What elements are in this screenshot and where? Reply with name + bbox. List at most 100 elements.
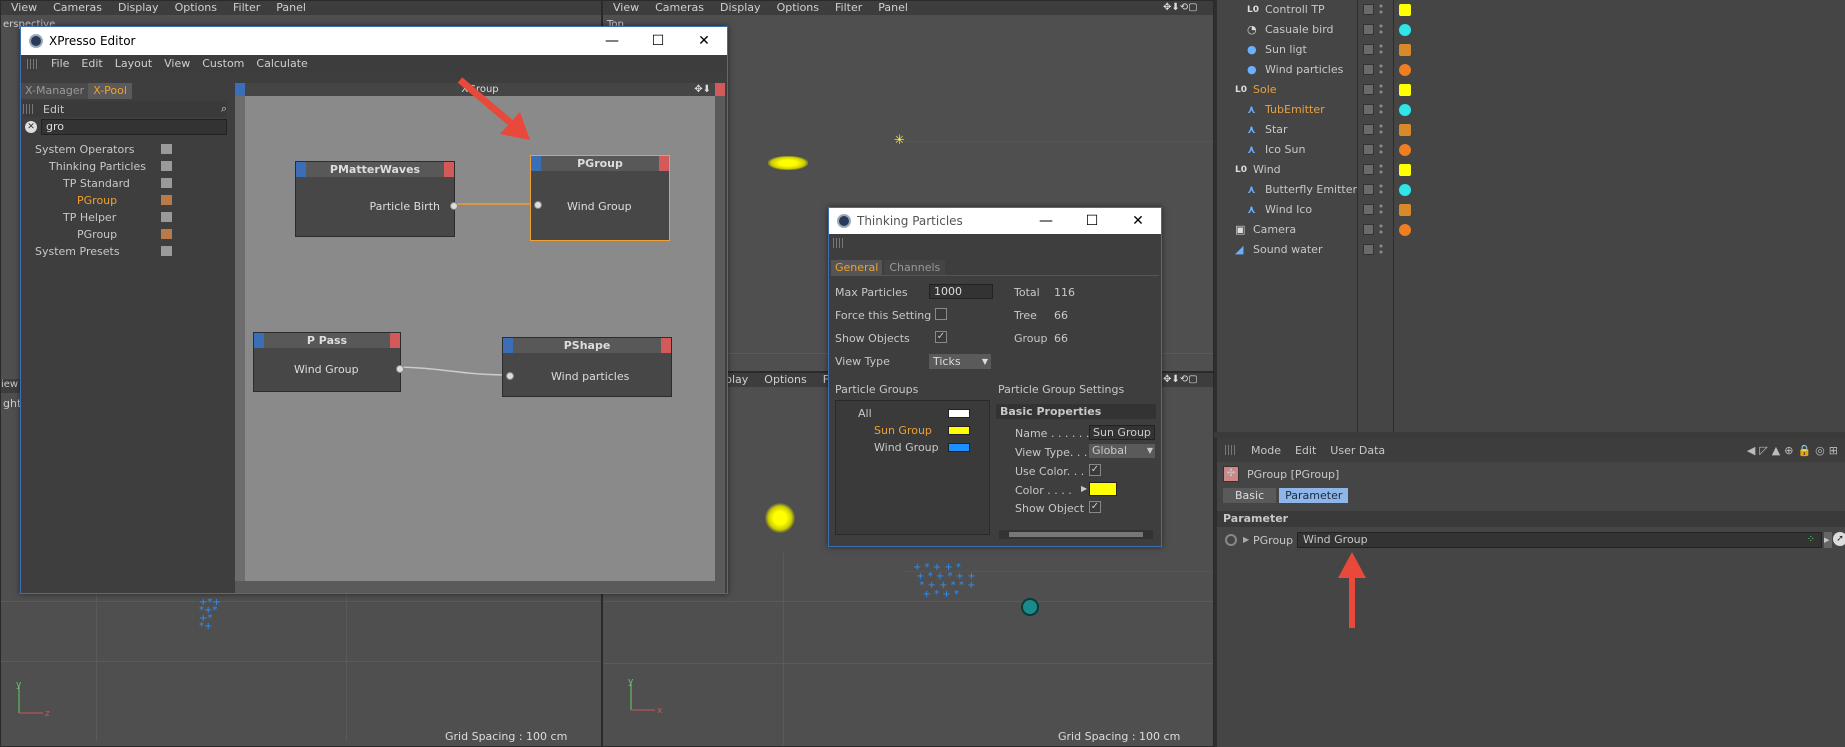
settings-scrollbar[interactable] xyxy=(999,530,1153,539)
viewport-nav-icons[interactable]: ✥⬇⟲▢ xyxy=(1163,373,1213,387)
tag-icon[interactable] xyxy=(1399,104,1411,116)
xpool-tree-item[interactable]: Thinking Particles xyxy=(27,158,227,175)
tab-xpool[interactable]: X-Pool xyxy=(88,83,132,99)
tag-icon[interactable] xyxy=(1399,124,1411,136)
render-dots-icon[interactable] xyxy=(1379,103,1383,115)
visibility-toggle-icon[interactable] xyxy=(1363,64,1374,75)
close-icon[interactable]: ✕ xyxy=(1115,213,1161,229)
tab-general[interactable]: General xyxy=(831,260,883,275)
show-objects-checkbox[interactable]: ✓ xyxy=(935,331,947,343)
viewport-nav-icons[interactable]: ✥⬇⟲▢ xyxy=(1163,1,1213,15)
tag-icon[interactable] xyxy=(1399,4,1411,16)
menu-item[interactable]: Options xyxy=(777,1,819,15)
output-port[interactable] xyxy=(450,202,458,210)
tag-icon[interactable] xyxy=(1399,64,1411,76)
object-row[interactable]: ▣ Camera xyxy=(1217,220,1845,240)
visibility-toggle-icon[interactable] xyxy=(1363,104,1374,115)
object-row[interactable]: ⋏ Star xyxy=(1217,120,1845,140)
object-row[interactable]: ◢ Sound water xyxy=(1217,240,1845,260)
object-row[interactable]: L0 Wind xyxy=(1217,160,1845,180)
render-dots-icon[interactable] xyxy=(1379,223,1383,235)
menu-item[interactable]: Options xyxy=(764,373,806,387)
object-row[interactable]: ◔ Casuale bird xyxy=(1217,20,1845,40)
visibility-toggle-icon[interactable] xyxy=(1363,4,1374,15)
xpool-tree-item[interactable]: System Presets xyxy=(27,243,227,260)
tab-basic[interactable]: Basic xyxy=(1223,488,1277,503)
object-row[interactable]: ⋏ Ico Sun xyxy=(1217,140,1845,160)
tag-icon[interactable] xyxy=(1399,44,1411,56)
visibility-toggle-icon[interactable] xyxy=(1363,44,1374,55)
search-icon[interactable]: ⌕ xyxy=(221,102,227,116)
search-input[interactable]: gro xyxy=(41,119,227,135)
menu-item[interactable]: Panel xyxy=(878,1,908,15)
visibility-toggle-icon[interactable] xyxy=(1363,184,1374,195)
particle-group-item[interactable]: All xyxy=(836,405,986,422)
maximize-icon[interactable]: ☐ xyxy=(635,33,681,49)
expand-triangle-icon[interactable]: ▶ xyxy=(1243,535,1249,544)
tag-icon[interactable] xyxy=(1399,184,1411,196)
node-pmatterwaves[interactable]: PMatterWaves Particle Birth xyxy=(295,161,458,237)
grip-icon[interactable] xyxy=(27,59,39,69)
object-row[interactable]: ⋏ Butterfly Emitter xyxy=(1217,180,1845,200)
minimize-icon[interactable]: — xyxy=(589,33,635,49)
tab-parameter[interactable]: Parameter xyxy=(1279,488,1349,503)
group-color-swatch[interactable] xyxy=(948,409,970,418)
menu-item[interactable]: Options xyxy=(175,1,217,15)
visibility-toggle-icon[interactable] xyxy=(1363,224,1374,235)
render-dots-icon[interactable] xyxy=(1379,143,1383,155)
menu-edit[interactable]: Edit xyxy=(81,55,102,73)
link-arrow-icon[interactable]: ▶ xyxy=(1824,532,1832,548)
render-dots-icon[interactable] xyxy=(1379,3,1383,15)
object-row[interactable]: L0 Sole xyxy=(1217,80,1845,100)
color-swatch[interactable] xyxy=(1089,482,1117,496)
view-type-select[interactable]: Ticks ▼ xyxy=(929,354,991,369)
grip-icon[interactable] xyxy=(1225,445,1237,455)
xpool-tree-item[interactable]: PGroup xyxy=(27,192,227,209)
object-row[interactable]: ⋏ TubEmitter xyxy=(1217,100,1845,120)
xpool-tree-item[interactable]: TP Helper xyxy=(27,209,227,226)
render-dots-icon[interactable] xyxy=(1379,203,1383,215)
menu-item[interactable]: View xyxy=(613,1,639,15)
scroll-thumb[interactable] xyxy=(1009,532,1143,537)
input-port[interactable] xyxy=(506,372,514,380)
group-color-swatch[interactable] xyxy=(948,443,970,452)
output-port[interactable] xyxy=(396,365,404,373)
grip-icon[interactable] xyxy=(23,104,35,114)
max-particles-input[interactable]: 1000 xyxy=(929,284,993,299)
render-dots-icon[interactable] xyxy=(1379,23,1383,35)
tag-icon[interactable] xyxy=(1399,24,1411,36)
group-color-swatch[interactable] xyxy=(948,426,970,435)
object-row[interactable]: L0 Controll TP xyxy=(1217,0,1845,20)
tag-icon[interactable] xyxy=(1399,224,1411,236)
edit-menu[interactable]: Edit xyxy=(43,103,64,116)
name-input[interactable]: Sun Group xyxy=(1089,425,1155,440)
visibility-toggle-icon[interactable] xyxy=(1363,84,1374,95)
search-clear-icon[interactable]: ✕ xyxy=(25,121,37,133)
menu-user-data[interactable]: User Data xyxy=(1330,444,1385,457)
visibility-toggle-icon[interactable] xyxy=(1363,124,1374,135)
menu-view[interactable]: View xyxy=(164,55,190,73)
visibility-toggle-icon[interactable] xyxy=(1363,164,1374,175)
param-link-field[interactable]: Wind Group ⁘ xyxy=(1297,532,1822,548)
particle-group-item[interactable]: Wind Group xyxy=(836,439,986,456)
menu-item[interactable]: Filter xyxy=(233,1,260,15)
tag-icon[interactable] xyxy=(1399,144,1411,156)
menu-calculate[interactable]: Calculate xyxy=(256,55,307,73)
tag-icon[interactable] xyxy=(1399,164,1411,176)
visibility-toggle-icon[interactable] xyxy=(1363,24,1374,35)
grip-icon[interactable] xyxy=(833,238,845,248)
render-dots-icon[interactable] xyxy=(1379,163,1383,175)
xpresso-editor-window[interactable]: XPresso Editor — ☐ ✕ File Edit Layout Vi… xyxy=(20,26,728,594)
node-pshape[interactable]: PShape Wind particles xyxy=(502,337,672,397)
thinking-particles-window[interactable]: Thinking Particles — ☐ ✕ General Channel… xyxy=(828,207,1162,547)
xpool-tree-item[interactable]: TP Standard xyxy=(27,175,227,192)
showobj-checkbox[interactable]: ✓ xyxy=(1089,501,1101,513)
render-dots-icon[interactable] xyxy=(1379,243,1383,255)
viewtype-select[interactable]: Global ▼ xyxy=(1089,444,1155,458)
menu-item[interactable]: Cameras xyxy=(655,1,704,15)
menu-item[interactable]: Display xyxy=(118,1,159,15)
expand-triangle-icon[interactable]: ▶ xyxy=(1081,484,1087,493)
usecolor-checkbox[interactable]: ✓ xyxy=(1089,464,1101,476)
pick-cursor-icon[interactable]: ➚ xyxy=(1833,532,1845,546)
tag-icon[interactable] xyxy=(1399,84,1411,96)
